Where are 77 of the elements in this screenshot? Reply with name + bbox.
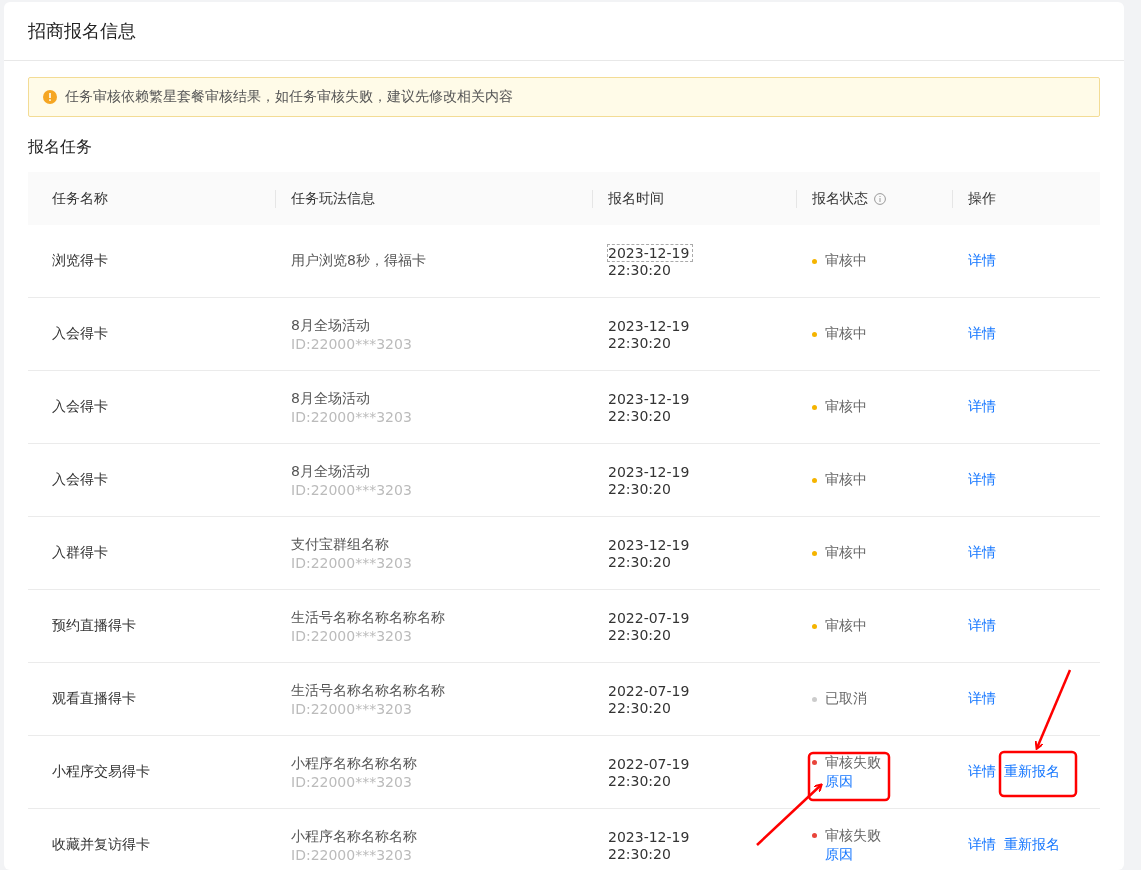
task-name: 观看直播得卡: [52, 690, 136, 706]
task-name: 入群得卡: [52, 544, 108, 560]
details-link[interactable]: 详情: [968, 836, 996, 854]
status-text: 审核中: [825, 471, 867, 489]
signup-time: 22:30:20: [608, 261, 671, 278]
status-text: 审核中: [825, 398, 867, 416]
signup-date: 2022-07-19: [607, 681, 691, 700]
details-link[interactable]: 详情: [968, 763, 996, 781]
signup-date: 2023-12-19: [607, 535, 691, 554]
status-text: 审核中: [825, 617, 867, 635]
task-name: 入会得卡: [52, 471, 108, 487]
task-info: 8月全场活动: [291, 389, 370, 408]
signup-date: 2023-12-19: [607, 243, 694, 262]
status-text: 审核中: [825, 325, 867, 343]
column-header: 报名时间: [608, 189, 664, 208]
warning-icon: [43, 90, 57, 104]
info-icon[interactable]: [874, 192, 886, 205]
reason-link[interactable]: 原因: [825, 845, 853, 864]
task-id: ID:22000***3203: [291, 335, 412, 352]
task-id: ID:22000***3203: [291, 408, 412, 425]
details-link[interactable]: 详情: [968, 252, 996, 270]
task-info: 小程序名称名称名称: [291, 827, 417, 846]
column-header: 任务玩法信息: [291, 189, 375, 208]
signup-date: 2023-12-19: [607, 316, 691, 335]
alert-text: 任务审核依赖繁星套餐审核结果，如任务审核失败，建议先修改相关内容: [65, 88, 513, 106]
signup-time: 22:30:20: [608, 626, 671, 643]
signup-time: 22:30:20: [608, 699, 671, 716]
signup-date: 2023-12-19: [607, 827, 691, 846]
signup-date: 2023-12-19: [607, 389, 691, 408]
signup-date: 2022-07-19: [607, 608, 691, 627]
task-info: 小程序名称名称名称: [291, 754, 417, 773]
section-title: 报名任务: [28, 137, 93, 158]
annotation-arrow: [756, 783, 823, 846]
page-title: 招商报名信息: [28, 19, 136, 43]
status-text: 审核失败: [825, 753, 881, 772]
details-link[interactable]: 详情: [968, 398, 996, 416]
signup-time: 22:30:20: [608, 480, 671, 497]
task-info: 8月全场活动: [291, 316, 370, 335]
task-info: 用户浏览8秒，得福卡: [291, 252, 426, 270]
resubmit-link[interactable]: 重新报名: [1004, 763, 1060, 781]
signup-time: 22:30:20: [608, 553, 671, 570]
status-text: 审核中: [825, 544, 867, 562]
task-id: ID:22000***3203: [291, 846, 412, 863]
task-name: 预约直播得卡: [52, 617, 136, 633]
task-info: 生活号名称名称名称名称: [291, 681, 445, 700]
task-name: 小程序交易得卡: [52, 763, 150, 779]
details-link[interactable]: 详情: [968, 690, 996, 708]
status-text: 审核中: [825, 252, 867, 270]
status-text: 审核失败: [825, 826, 881, 845]
task-name: 收藏并复访得卡: [52, 836, 150, 852]
resubmit-link[interactable]: 重新报名: [1004, 836, 1060, 854]
column-header: 操作: [968, 189, 996, 208]
signup-time: 22:30:20: [608, 772, 671, 789]
details-link[interactable]: 详情: [968, 325, 996, 343]
task-name: 浏览得卡: [52, 252, 108, 268]
task-info: 生活号名称名称名称名称: [291, 608, 445, 627]
signup-time: 22:30:20: [608, 845, 671, 862]
reason-link[interactable]: 原因: [825, 772, 853, 791]
task-info: 8月全场活动: [291, 462, 370, 481]
task-id: ID:22000***3203: [291, 481, 412, 498]
signup-date: 2023-12-19: [607, 462, 691, 481]
status-text: 已取消: [825, 690, 867, 708]
task-id: ID:22000***3203: [291, 773, 412, 790]
task-name: 入会得卡: [52, 398, 108, 414]
task-id: ID:22000***3203: [291, 554, 412, 571]
details-link[interactable]: 详情: [968, 544, 996, 562]
details-link[interactable]: 详情: [968, 471, 996, 489]
task-id: ID:22000***3203: [291, 700, 412, 717]
column-header: 报名状态: [812, 189, 868, 208]
column-header: 任务名称: [52, 189, 108, 208]
signup-time: 22:30:20: [608, 334, 671, 351]
signup-time: 22:30:20: [608, 407, 671, 424]
details-link[interactable]: 详情: [968, 617, 996, 635]
signup-date: 2022-07-19: [607, 754, 691, 773]
task-name: 入会得卡: [52, 325, 108, 341]
task-info: 支付宝群组名称: [291, 535, 389, 554]
task-id: ID:22000***3203: [291, 627, 412, 644]
